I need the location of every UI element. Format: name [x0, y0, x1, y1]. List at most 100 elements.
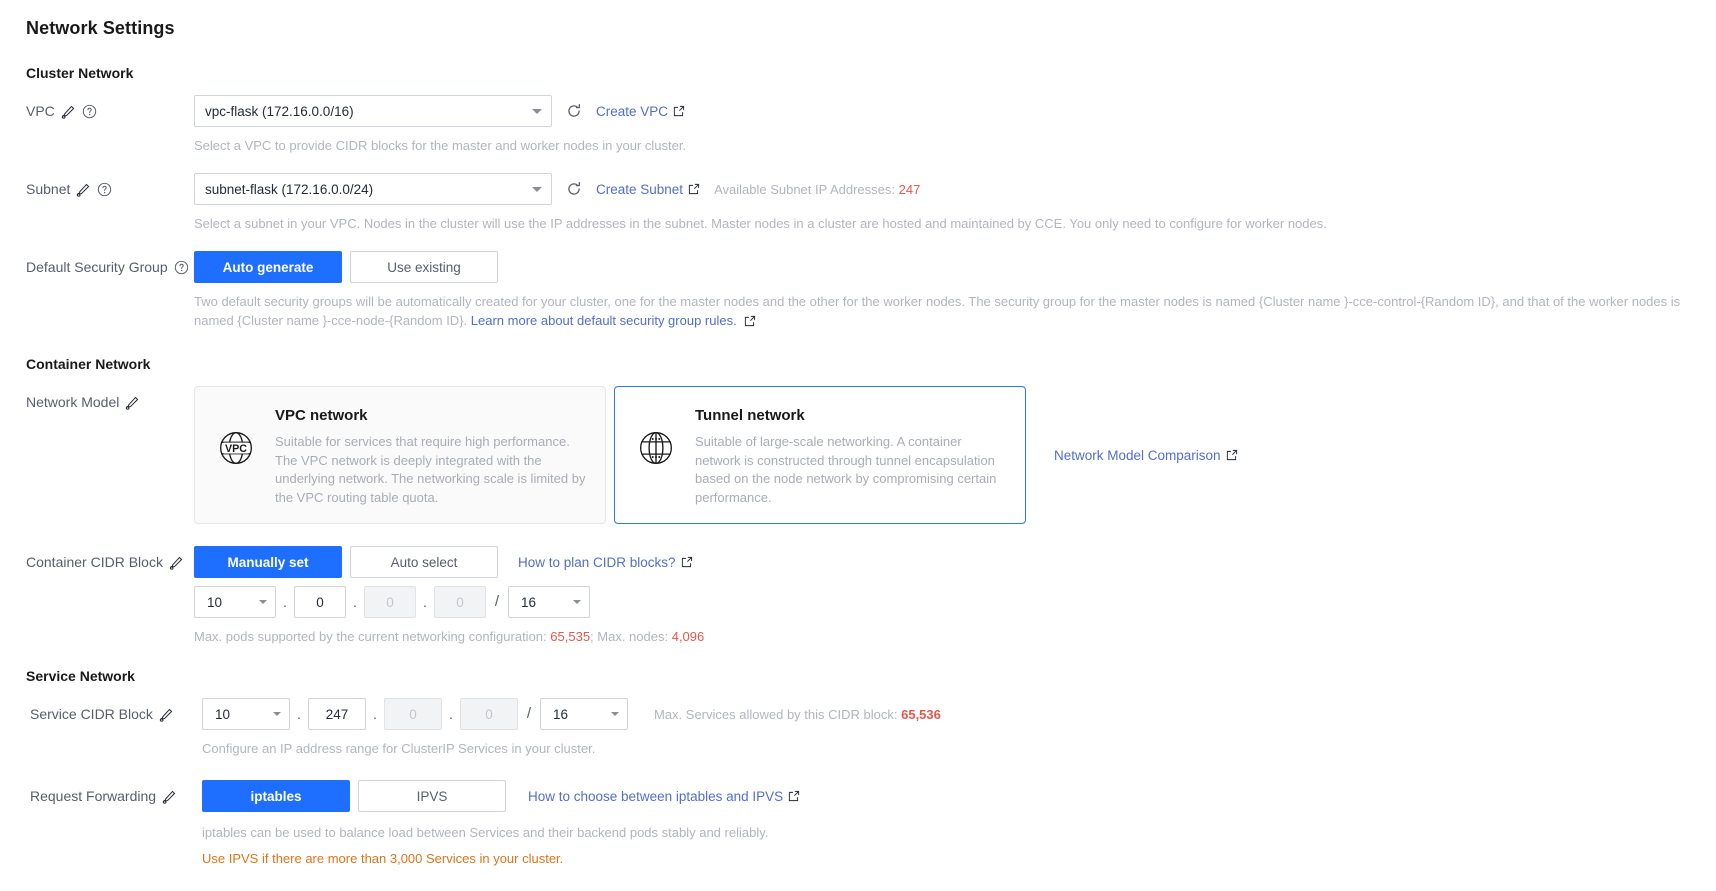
create-vpc-link-label: Create VPC	[596, 103, 669, 119]
service-cidr-mask-select[interactable]: 16	[540, 698, 628, 730]
container-cidr-hint-mid: ; Max. nodes:	[590, 629, 669, 644]
default-security-group-row: Default Security Group Auto generate Use…	[26, 251, 1716, 330]
section-title-service-network: Service Network	[26, 668, 135, 684]
create-vpc-link[interactable]: Create VPC	[596, 104, 685, 119]
default-security-group-label-group: Default Security Group	[26, 251, 194, 283]
request-forwarding-label-group: Request Forwarding	[30, 780, 202, 812]
vpc-control-line: vpc-flask (172.16.0.0/16) Create VPC	[194, 95, 1716, 127]
svg-text:VPC: VPC	[225, 443, 247, 455]
pen-icon	[162, 789, 177, 804]
chevron-down-icon	[259, 600, 267, 604]
network-model-card-tunnel-description: Suitable of large-scale networking. A co…	[695, 434, 997, 505]
vpc-globe-icon: VPC	[213, 425, 259, 471]
vpc-body: vpc-flask (172.16.0.0/16) Create VPC Sel…	[194, 95, 1716, 155]
subnet-control-line: subnet-flask (172.16.0.0/24) Create Subn…	[194, 173, 1716, 205]
pen-icon	[76, 182, 91, 197]
service-cidr-octet-1-select[interactable]: 10	[202, 698, 290, 730]
external-link-icon	[788, 790, 800, 802]
refresh-icon[interactable]	[566, 181, 582, 197]
help-icon[interactable]	[82, 104, 97, 119]
external-link-icon	[673, 105, 685, 117]
help-icon[interactable]	[97, 182, 112, 197]
container-cidr-octet-1-select[interactable]: 10	[194, 586, 276, 618]
service-cidr-octet-1-value: 10	[215, 706, 231, 722]
network-settings-page: Network Settings Cluster Network VPC vpc…	[0, 0, 1716, 868]
pen-icon	[125, 395, 140, 410]
network-model-label-group: Network Model	[26, 386, 194, 418]
service-cidr-octet-4-input	[460, 698, 518, 730]
vpc-label: VPC	[26, 103, 55, 119]
container-cidr-segmented: Manually set Auto select	[194, 546, 498, 578]
container-cidr-octet-3-input	[364, 586, 416, 618]
cidr-dot-separator: .	[297, 706, 301, 722]
service-cidr-hint: Configure an IP address range for Cluste…	[202, 741, 596, 756]
default-security-group-hint: Two default security groups will be auto…	[194, 292, 1694, 330]
cidr-dot-separator: .	[353, 594, 357, 610]
section-title-cluster-network: Cluster Network	[26, 65, 134, 81]
external-link-icon	[744, 315, 756, 327]
subnet-select-value: subnet-flask (172.16.0.0/24)	[205, 181, 374, 197]
network-model-card-tunnel-network[interactable]: Tunnel network Suitable of large-scale n…	[614, 386, 1026, 524]
vpc-row: VPC vpc-flask (172.16.0.0/16) Create VPC…	[26, 95, 1716, 155]
subnet-select[interactable]: subnet-flask (172.16.0.0/24)	[194, 173, 552, 205]
container-cidr-mask-select[interactable]: 16	[508, 586, 590, 618]
vpc-select[interactable]: vpc-flask (172.16.0.0/16)	[194, 95, 552, 127]
pen-icon	[61, 104, 76, 119]
network-model-comparison-link-label: Network Model Comparison	[1054, 447, 1221, 463]
network-model-card-vpc-description: Suitable for services that require high …	[275, 434, 586, 505]
request-forwarding-mode-line: iptables IPVS How to choose between ipta…	[202, 780, 1716, 812]
request-forwarding-iptables-button[interactable]: iptables	[202, 780, 350, 812]
network-model-card-tunnel-text: Tunnel network Suitable of large-scale n…	[695, 407, 1007, 507]
container-cidr-hint: Max. pods supported by the current netwo…	[194, 627, 1694, 646]
available-subnet-ips-label: Available Subnet IP Addresses:	[714, 181, 895, 197]
subnet-label-group: Subnet	[26, 173, 194, 205]
service-cidr-octet-2-input[interactable]	[308, 698, 366, 730]
default-security-group-segmented: Auto generate Use existing	[194, 251, 1716, 283]
container-cidr-auto-select-button[interactable]: Auto select	[350, 546, 498, 578]
how-to-plan-cidr-link[interactable]: How to plan CIDR blocks?	[518, 555, 693, 570]
service-cidr-block-row: Service CIDR Block 10 . . . /	[26, 698, 1716, 758]
cidr-dot-separator: .	[449, 706, 453, 722]
create-subnet-link-label: Create Subnet	[596, 181, 684, 197]
security-group-rules-link[interactable]: Learn more about default security group …	[471, 313, 737, 328]
how-to-choose-forwarding-link[interactable]: How to choose between iptables and IPVS	[528, 789, 800, 804]
max-services-value: 65,536	[901, 706, 941, 722]
vpc-hint: Select a VPC to provide CIDR blocks for …	[194, 138, 687, 153]
service-cidr-label-group: Service CIDR Block	[30, 698, 202, 730]
cidr-dot-separator: .	[283, 594, 287, 610]
request-forwarding-warning: Use IPVS if there are more than 3,000 Se…	[202, 851, 564, 866]
vpc-select-value: vpc-flask (172.16.0.0/16)	[205, 103, 354, 119]
container-cidr-manually-set-button[interactable]: Manually set	[194, 546, 342, 578]
container-cidr-octet-2-input[interactable]	[294, 586, 346, 618]
cidr-slash-separator: /	[494, 593, 500, 610]
request-forwarding-hint: iptables can be used to balance load bet…	[202, 825, 769, 840]
chevron-down-icon	[532, 109, 542, 114]
external-link-icon	[681, 556, 693, 568]
help-icon[interactable]	[174, 260, 189, 275]
network-model-cards-wrap: VPC VPC network Suitable for services th…	[194, 386, 1716, 524]
default-security-group-body: Auto generate Use existing Two default s…	[194, 251, 1716, 330]
create-subnet-link[interactable]: Create Subnet	[596, 182, 700, 197]
request-forwarding-ipvs-button[interactable]: IPVS	[358, 780, 506, 812]
chevron-down-icon	[611, 712, 619, 716]
refresh-icon[interactable]	[566, 103, 582, 119]
chevron-down-icon	[573, 600, 581, 604]
request-forwarding-label: Request Forwarding	[30, 788, 157, 804]
container-cidr-max-pods: 65,535	[550, 629, 591, 644]
available-subnet-ips: Available Subnet IP Addresses: 247	[714, 182, 920, 197]
how-to-plan-cidr-link-label: How to plan CIDR blocks?	[518, 554, 676, 570]
page-title: Network Settings	[26, 18, 175, 38]
network-model-card-vpc-network[interactable]: VPC VPC network Suitable for services th…	[194, 386, 606, 524]
chevron-down-icon	[532, 187, 542, 192]
service-cidr-mask-value: 16	[553, 706, 569, 722]
network-model-row: Network Model VPC VPC network Suitable f…	[26, 386, 1716, 524]
section-title-container-network: Container Network	[26, 356, 151, 372]
security-group-auto-generate-button[interactable]: Auto generate	[194, 251, 342, 283]
security-group-use-existing-button[interactable]: Use existing	[350, 251, 498, 283]
container-cidr-octet-1-value: 10	[207, 594, 223, 610]
tunnel-globe-icon	[633, 425, 679, 471]
network-model-comparison-link[interactable]: Network Model Comparison	[1054, 448, 1238, 463]
container-cidr-body: Manually set Auto select How to plan CID…	[194, 546, 1716, 646]
network-model-cards: VPC VPC network Suitable for services th…	[194, 386, 1026, 524]
external-link-icon	[1226, 449, 1238, 461]
